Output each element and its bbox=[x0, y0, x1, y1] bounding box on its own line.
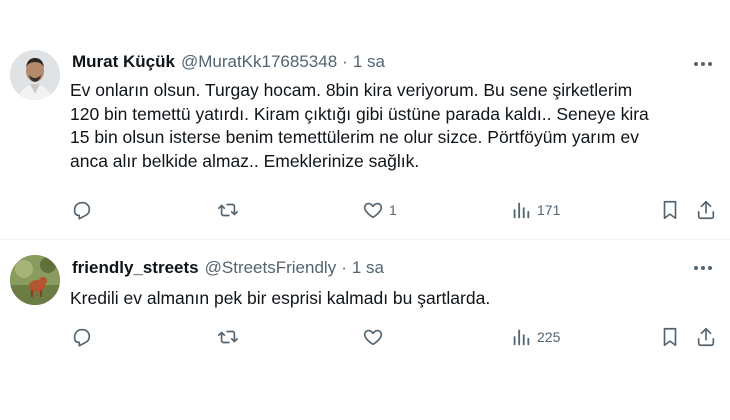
tweet-text-line: 15 bin olsun isterse benim temettülerim … bbox=[70, 127, 639, 147]
like-button[interactable] bbox=[362, 325, 384, 349]
tweet-text-line: Kredili ev almanın pek bir esprisi kalma… bbox=[70, 288, 491, 308]
like-button[interactable]: 1 bbox=[362, 198, 397, 222]
author-handle[interactable]: @MuratKk17685348 bbox=[181, 52, 337, 72]
avatar-image bbox=[10, 50, 60, 100]
share-icon bbox=[697, 200, 715, 220]
views-count: 171 bbox=[537, 202, 561, 218]
tweet-text-line: Ev onların olsun. Turgay hocam. 8bin kir… bbox=[70, 80, 633, 100]
more-icon[interactable] bbox=[690, 54, 716, 74]
views-count: 225 bbox=[537, 329, 561, 345]
bookmark-button[interactable] bbox=[659, 325, 681, 349]
retweet-button[interactable] bbox=[217, 325, 239, 349]
timestamp[interactable]: 1 sa bbox=[352, 258, 384, 278]
share-icon bbox=[697, 327, 715, 347]
retweet-icon bbox=[218, 330, 238, 344]
action-bar: 225 bbox=[0, 325, 730, 349]
separator-dot: · bbox=[342, 52, 348, 71]
avatar[interactable] bbox=[10, 50, 60, 100]
separator-dot: · bbox=[341, 258, 347, 277]
reply-icon bbox=[73, 201, 91, 220]
author-name[interactable]: friendly_streets bbox=[72, 258, 199, 278]
like-count: 1 bbox=[389, 202, 397, 218]
tweet-text: Ev onların olsun. Turgay hocam. 8bin kir… bbox=[70, 79, 720, 173]
author-name[interactable]: Murat Küçük bbox=[72, 52, 175, 72]
action-bar: 1 171 bbox=[0, 198, 730, 222]
reply-icon bbox=[73, 328, 91, 347]
author-handle[interactable]: @StreetsFriendly bbox=[205, 258, 337, 278]
tweet-header: friendly_streets @StreetsFriendly · 1 sa bbox=[72, 258, 384, 278]
tweet-text: Kredili ev almanın pek bir esprisi kalma… bbox=[70, 287, 720, 311]
avatar-image bbox=[10, 255, 60, 305]
like-icon bbox=[363, 202, 383, 219]
tweet[interactable]: Murat Küçük @MuratKk17685348 · 1 sa Ev o… bbox=[0, 0, 730, 240]
tweet-text-line: anca alır belkide almaz.. Emeklerinize s… bbox=[70, 150, 420, 171]
tweet[interactable]: friendly_streets @StreetsFriendly · 1 sa… bbox=[0, 240, 730, 420]
retweet-button[interactable] bbox=[217, 198, 239, 222]
like-icon bbox=[363, 329, 383, 346]
retweet-icon bbox=[218, 203, 238, 217]
reply-button[interactable] bbox=[71, 325, 93, 349]
share-button[interactable] bbox=[695, 325, 717, 349]
views-icon bbox=[513, 329, 530, 346]
bookmark-button[interactable] bbox=[659, 198, 681, 222]
more-icon[interactable] bbox=[690, 258, 716, 278]
views-button[interactable]: 171 bbox=[510, 198, 560, 222]
views-icon bbox=[513, 202, 530, 219]
tweet-header: Murat Küçük @MuratKk17685348 · 1 sa bbox=[72, 52, 385, 72]
avatar[interactable] bbox=[10, 255, 60, 305]
views-button[interactable]: 225 bbox=[510, 325, 560, 349]
tweet-text-line: 120 bin temettü yatırdı. Kiram çıktığı g… bbox=[70, 103, 649, 124]
bookmark-icon bbox=[663, 200, 677, 220]
bookmark-icon bbox=[663, 327, 677, 347]
share-button[interactable] bbox=[695, 198, 717, 222]
reply-button[interactable] bbox=[71, 198, 93, 222]
timestamp[interactable]: 1 sa bbox=[353, 52, 385, 72]
